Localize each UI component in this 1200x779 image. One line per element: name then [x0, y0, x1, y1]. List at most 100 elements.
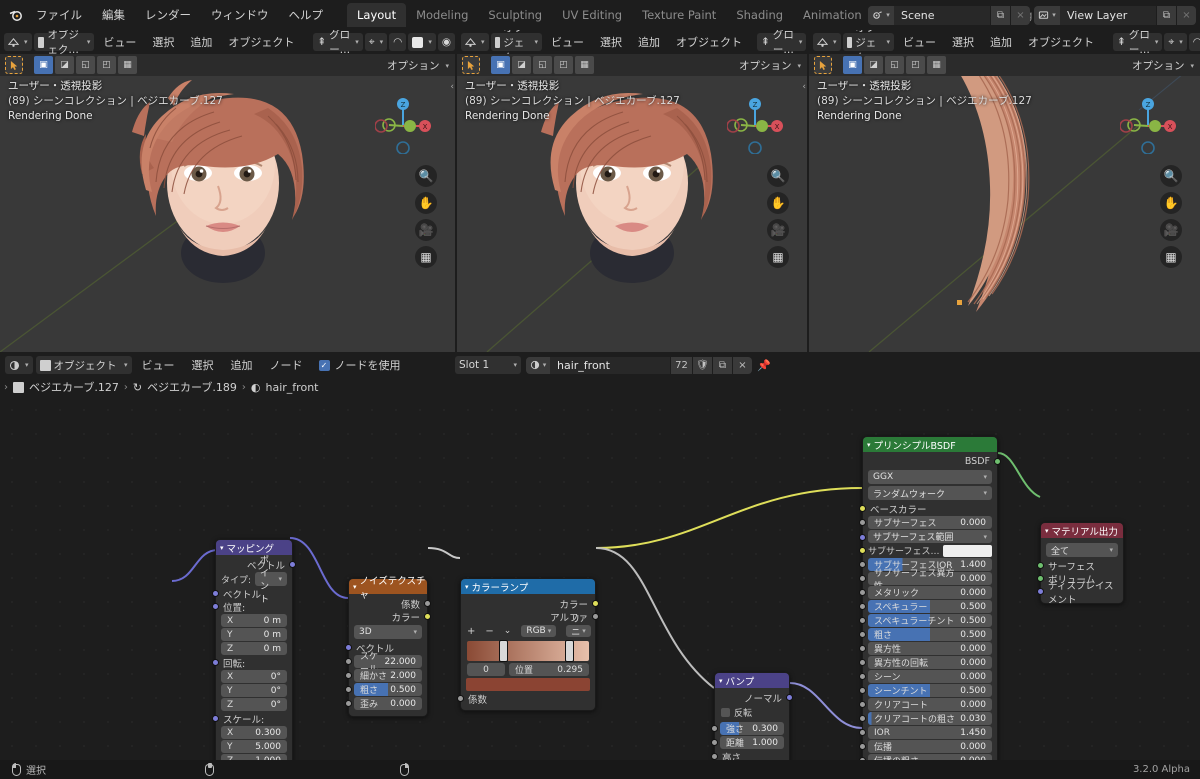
ramp-color-swatch[interactable]: [466, 678, 590, 691]
socket-transmission[interactable]: [859, 743, 866, 750]
blender-logo-icon[interactable]: [6, 5, 26, 25]
socket-subsurface-ior[interactable]: [859, 561, 866, 568]
bsdf-subsurface-prop[interactable]: サブサーフェス 0.000: [868, 516, 992, 529]
viewport-menu-view[interactable]: ビュー: [96, 32, 143, 52]
socket-bump-height[interactable]: [711, 753, 718, 760]
viewport-menu-object[interactable]: オブジェクト: [221, 32, 301, 52]
pin-icon[interactable]: 📌: [757, 359, 771, 372]
viewport-menu-add[interactable]: 追加: [183, 32, 219, 52]
bsdf-sheen-tint-prop[interactable]: シーンチント 0.500: [868, 684, 992, 697]
node-principled-bsdf[interactable]: ▾ プリンシプルBSDF BSDF GGX ▾ ランダムウォーク ▾ ベースカラー …: [859, 436, 1001, 760]
breadcrumb-item-data[interactable]: ベジエカーブ.189: [147, 379, 237, 395]
breadcrumb-item-object[interactable]: ベジエカーブ.127: [29, 379, 119, 395]
collapse-triangle-icon-ramp[interactable]: ▾: [465, 583, 469, 591]
tweak-tool-button[interactable]: [5, 56, 23, 74]
node-noise-texture[interactable]: ▾ ノイズテクスチャ 係数 カラー 3D▾ ベクトル スケール22.000 細か…: [345, 576, 431, 717]
sidebar-expand-arrow-icon-center[interactable]: ‹: [802, 82, 806, 92]
viewport-menu-select[interactable]: 選択: [145, 32, 181, 52]
node-mapping[interactable]: ▾ マッピング ベクトル タイプ: ポイント ▾ ベクトル 位置: X 0 m Y 0…: [212, 539, 296, 760]
material-name-field[interactable]: hair_front: [550, 356, 670, 374]
bsdf-specular-prop[interactable]: スペキュラー 0.500: [868, 600, 992, 613]
fake-user-icon[interactable]: 🛡: [692, 356, 712, 374]
new-scene-button[interactable]: ⧉: [990, 5, 1010, 25]
node-header-material-output[interactable]: ▾ マテリアル出力: [1041, 523, 1123, 538]
select-subtract-button-right[interactable]: ◱: [885, 56, 904, 74]
input-surface[interactable]: サーフェス: [1037, 559, 1123, 573]
node-menu-view[interactable]: ビュー: [135, 355, 182, 375]
noise-dimension-dropdown[interactable]: 3D ▾: [354, 625, 422, 639]
use-nodes-toggle[interactable]: ✓ ノードを使用: [313, 357, 401, 373]
shading-solid-button[interactable]: ▾: [408, 33, 436, 51]
scene-name[interactable]: Scene: [894, 5, 990, 25]
mapping-type-dropdown[interactable]: ポイント ▾: [255, 556, 287, 605]
socket-sheen-tint[interactable]: [859, 687, 866, 694]
proportional-edit-toggle[interactable]: ◠: [389, 33, 407, 51]
input-mapping-vector[interactable]: ベクトル: [212, 587, 292, 601]
unlink-material-icon[interactable]: ×: [732, 356, 752, 374]
select-intersect-button[interactable]: ▦: [118, 56, 137, 74]
mapping-rotation-y[interactable]: Y 0°: [221, 684, 287, 697]
ramp-interpolation-dropdown[interactable]: リニア▾: [566, 615, 591, 651]
mapping-scale-x[interactable]: X 0.300: [221, 726, 287, 739]
viewport-options-dropdown-center[interactable]: オプション ▾: [739, 57, 801, 74]
viewport-menu-view-right[interactable]: ビュー: [896, 32, 943, 52]
viewport-menu-view-center[interactable]: ビュー: [544, 32, 591, 52]
select-invert-button-right[interactable]: ◰: [906, 56, 925, 74]
menu-edit[interactable]: 編集: [92, 4, 135, 26]
menu-help[interactable]: ヘルプ: [279, 4, 334, 26]
view-layer-selector[interactable]: ▾ View Layer ⧉ ×: [1034, 5, 1196, 25]
view-layer-icon[interactable]: ▾: [1034, 5, 1060, 25]
bsdf-metallic-prop[interactable]: メタリック 0.000: [868, 586, 992, 599]
snap-toggle-right[interactable]: ⌖ ▾: [1164, 33, 1187, 51]
bsdf-subsurface-radius-dropdown[interactable]: サブサーフェス範囲 ▾: [868, 530, 992, 543]
noise-roughness-prop[interactable]: 粗さ 0.500: [354, 683, 422, 696]
menu-file[interactable]: ファイル: [26, 4, 92, 26]
socket-noise-roughness[interactable]: [345, 686, 352, 693]
collapse-triangle-icon-noise[interactable]: ▾: [353, 583, 357, 591]
ramp-stop-1[interactable]: [564, 640, 574, 662]
collapse-triangle-icon-mapping[interactable]: ▾: [220, 544, 224, 552]
output-noise-color[interactable]: カラー: [349, 610, 431, 624]
color-ramp-bar[interactable]: [467, 640, 589, 662]
view-layer-name[interactable]: View Layer: [1060, 5, 1156, 25]
select-invert-button-center[interactable]: ◰: [554, 56, 573, 74]
select-extend-button-center[interactable]: ◪: [512, 56, 531, 74]
object-mode-selector-center[interactable]: オブジェク…▾: [490, 30, 543, 64]
socket-sheen[interactable]: [859, 673, 866, 680]
noise-distortion-prop[interactable]: 歪み 0.000: [354, 697, 422, 710]
bsdf-clearcoat-prop[interactable]: クリアコート 0.000: [868, 698, 992, 711]
select-intersect-button-right[interactable]: ▦: [927, 56, 946, 74]
shader-editor-icon[interactable]: ▾: [5, 356, 33, 374]
socket-noise-scale[interactable]: [345, 658, 352, 665]
socket-noise-color[interactable]: [424, 613, 431, 620]
navigation-gizmo[interactable]: Z X: [374, 98, 431, 155]
socket-ramp-alpha[interactable]: [592, 613, 599, 620]
node-menu-node[interactable]: ノード: [263, 355, 310, 375]
new-view-layer-button[interactable]: ⧉: [1156, 5, 1176, 25]
bump-invert-checkbox[interactable]: [721, 708, 730, 717]
workspace-tab-animation[interactable]: Animation: [793, 3, 872, 27]
editor-type-3dview-icon[interactable]: ▾: [4, 33, 32, 51]
zoom-icon-right[interactable]: 🔍: [1160, 165, 1182, 187]
close-view-layer-button[interactable]: ×: [1176, 5, 1196, 25]
input-ramp-fac[interactable]: 係数: [457, 692, 595, 706]
editor-type-3dview-icon-center[interactable]: ▾: [461, 33, 489, 51]
viewport-menu-object-right[interactable]: オブジェクト: [1021, 32, 1101, 52]
node-header-mapping[interactable]: ▾ マッピング: [216, 540, 292, 555]
select-extend-button[interactable]: ◪: [55, 56, 74, 74]
mapping-location-y[interactable]: Y 0 m: [221, 628, 287, 641]
output-bsdf[interactable]: BSDF: [863, 455, 1001, 468]
viewport-menu-object-center[interactable]: オブジェクト: [669, 32, 749, 52]
noise-scale-prop[interactable]: スケール22.000: [354, 652, 422, 675]
viewport-right[interactable]: ▾ オブジェク…▾ ビュー 選択 追加 オブジェクト ⇞グロー…▾ ⌖▾ ◠ ▾…: [809, 30, 1200, 352]
material-icon[interactable]: ▾: [526, 356, 550, 374]
select-intersect-button-center[interactable]: ▦: [575, 56, 594, 74]
socket-base-color[interactable]: [859, 505, 866, 512]
use-nodes-checkbox-icon[interactable]: ✓: [318, 359, 330, 371]
viewport-menu-add-center[interactable]: 追加: [631, 32, 667, 52]
socket-subsurface-radius[interactable]: [859, 534, 866, 541]
shader-node-editor[interactable]: ▾ オブジェクト ▾ ビュー 選択 追加 ノード ✓ ノードを使用 Slot 1 ▾…: [0, 354, 1200, 760]
select-invert-button[interactable]: ◰: [97, 56, 116, 74]
object-mode-selector[interactable]: オブジェク… ▾: [33, 30, 95, 56]
socket-location[interactable]: [212, 603, 219, 610]
